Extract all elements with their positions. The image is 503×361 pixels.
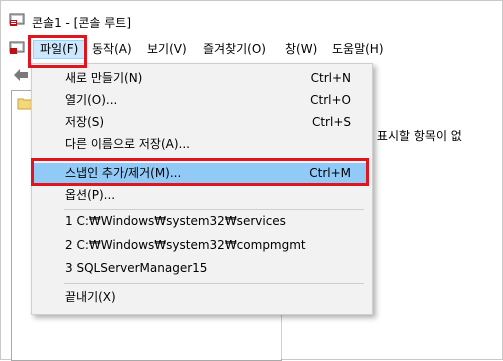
menu-favorites[interactable]: 즐겨찾기(O) <box>197 41 272 58</box>
menu-item-label: 다른 이름으로 저장(A)... <box>65 137 190 151</box>
menu-item-add-remove-snapin[interactable]: 스냅인 추가/제거(M)... Ctrl+M <box>34 163 368 183</box>
menu-item-label: 저장(S) <box>65 115 105 129</box>
title-bar: 콘솔1 - [콘솔 루트] <box>1 1 502 35</box>
menu-item-shortcut: Ctrl+N <box>310 71 351 85</box>
menu-item-exit[interactable]: 끝내기(X) <box>34 287 368 307</box>
menu-item-label: 2 C:₩Windows₩system32₩compmgmt <box>65 238 306 252</box>
menu-file[interactable]: 파일(F) <box>33 40 86 59</box>
window-title: 콘솔1 - [콘솔 루트] <box>32 16 132 30</box>
menu-item-new[interactable]: 새로 만들기(N) Ctrl+N <box>34 68 368 88</box>
menu-item-save-as[interactable]: 다른 이름으로 저장(A)... <box>34 134 368 154</box>
menu-item-label: 열기(O)... <box>65 93 118 107</box>
menu-item-label: 새로 만들기(N) <box>65 71 143 85</box>
menu-window[interactable]: 창(W) <box>279 41 323 58</box>
mmc-app-icon <box>9 13 25 26</box>
menu-item-recent-2[interactable]: 2 C:₩Windows₩system32₩compmgmt <box>34 235 368 255</box>
mmc-window: 콘솔1 - [콘솔 루트] 파일(F) 동작(A) 보기(V) 즐겨찾기(O) … <box>0 0 503 361</box>
menu-view[interactable]: 보기(V) <box>141 41 193 58</box>
menu-item-recent-1[interactable]: 1 C:₩Windows₩system32₩services <box>34 211 368 231</box>
menu-bar: 파일(F) 동작(A) 보기(V) 즐겨찾기(O) 창(W) 도움말(H) <box>1 37 502 61</box>
menu-item-label: 옵션(P)... <box>65 188 116 202</box>
menu-item-shortcut: Ctrl+S <box>311 115 351 129</box>
file-menu-dropdown: 새로 만들기(N) Ctrl+N 열기(O)... Ctrl+O 저장(S) C… <box>31 63 373 315</box>
menu-separator <box>64 158 364 159</box>
menu-help[interactable]: 도움말(H) <box>326 41 390 58</box>
menu-item-label: 3 SQLServerManager15 <box>65 261 208 275</box>
menu-action[interactable]: 동작(A) <box>86 41 138 58</box>
menu-item-label: 끝내기(X) <box>65 290 116 304</box>
menu-separator <box>64 283 364 284</box>
menu-item-open[interactable]: 열기(O)... Ctrl+O <box>34 90 368 110</box>
menu-item-shortcut: Ctrl+O <box>310 93 351 107</box>
menu-item-save[interactable]: 저장(S) Ctrl+S <box>34 112 368 132</box>
menu-item-label: 1 C:₩Windows₩system32₩services <box>65 214 286 228</box>
menu-item-shortcut: Ctrl+M <box>309 166 351 180</box>
mmc-system-menu-icon[interactable] <box>9 41 25 55</box>
back-arrow-icon[interactable] <box>13 68 29 82</box>
menu-item-recent-3[interactable]: 3 SQLServerManager15 <box>34 258 368 278</box>
menu-separator <box>64 209 364 210</box>
menu-item-options[interactable]: 옵션(P)... <box>34 185 368 205</box>
menu-item-label: 스냅인 추가/제거(M)... <box>65 166 182 180</box>
